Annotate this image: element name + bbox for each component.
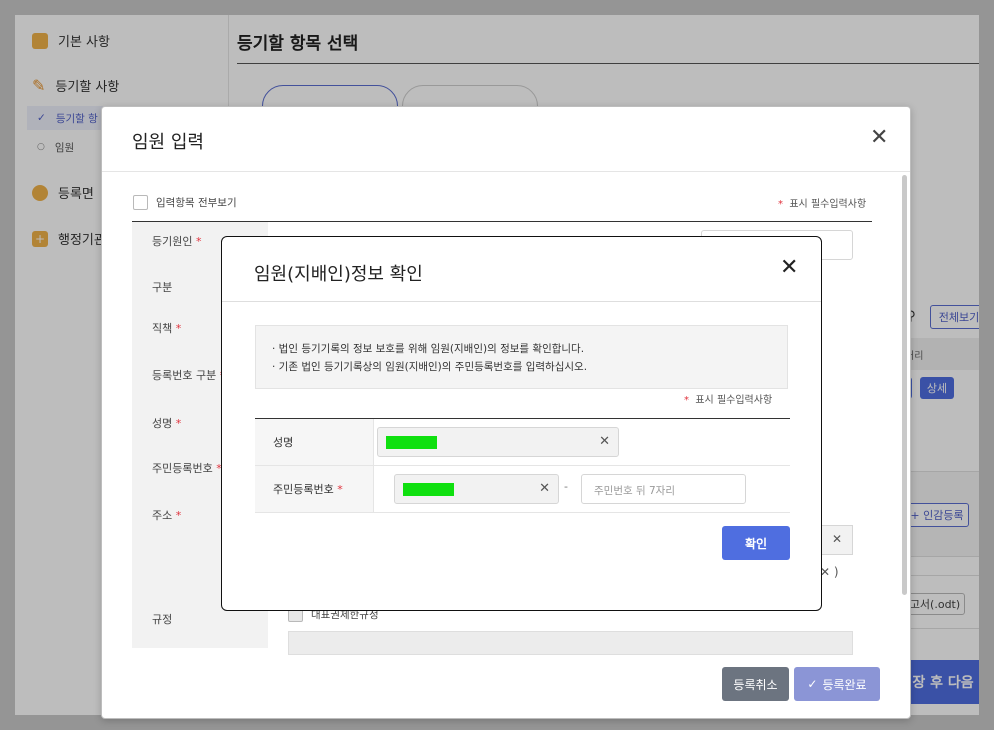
rrn-separator: - [564, 480, 568, 493]
notice-line: · 기존 법인 등기기록상의 임원(지배인)의 주민등록번호를 입력하십시오. [272, 361, 588, 373]
clear-icon[interactable]: ✕ [539, 481, 550, 496]
name-label: 성명 [255, 419, 374, 465]
rrn-front-input[interactable]: ✕ [394, 474, 559, 504]
name-input[interactable]: ✕ [377, 427, 619, 457]
modal-header-divider [222, 301, 821, 302]
rrn-back-input[interactable]: 주민번호 뒤 7자리 [581, 474, 746, 504]
clear-icon[interactable]: ✕ [599, 434, 610, 449]
rrn-value-cell: ✕ - 주민번호 뒤 7자리 [374, 466, 790, 512]
required-asterisk: * [684, 395, 689, 406]
required-note-text: 표시 필수입력사항 [695, 395, 773, 406]
confirm-button[interactable]: 확인 [722, 526, 790, 560]
masked-value [386, 436, 437, 449]
rrn-back-placeholder: 주민번호 뒤 7자리 [594, 485, 675, 497]
notice-box: · 법인 등기기록의 정보 보호를 위해 임원(지배인)의 정보를 확인합니다.… [255, 325, 788, 389]
notice-line: · 법인 등기기록의 정보 보호를 위해 임원(지배인)의 정보를 확인합니다. [272, 343, 585, 355]
officer-info-confirm-modal: 임원(지배인)정보 확인 ✕ · 법인 등기기록의 정보 보호를 위해 임원(지… [221, 236, 822, 611]
masked-value [403, 483, 454, 496]
rrn-row: 주민등록번호 * ✕ - 주민번호 뒤 7자리 [255, 466, 790, 513]
rrn-label: 주민등록번호 * [255, 466, 374, 512]
required-note: * 표시 필수입력사항 [684, 391, 772, 406]
close-icon[interactable]: ✕ [780, 257, 798, 279]
confirm-form-table: 성명 ✕ 주민등록번호 * ✕ - 주민번호 뒤 7자리 [255, 418, 790, 513]
modal-title: 임원(지배인)정보 확인 [254, 264, 423, 285]
name-row: 성명 ✕ [255, 419, 790, 466]
name-value-cell: ✕ [374, 419, 790, 465]
